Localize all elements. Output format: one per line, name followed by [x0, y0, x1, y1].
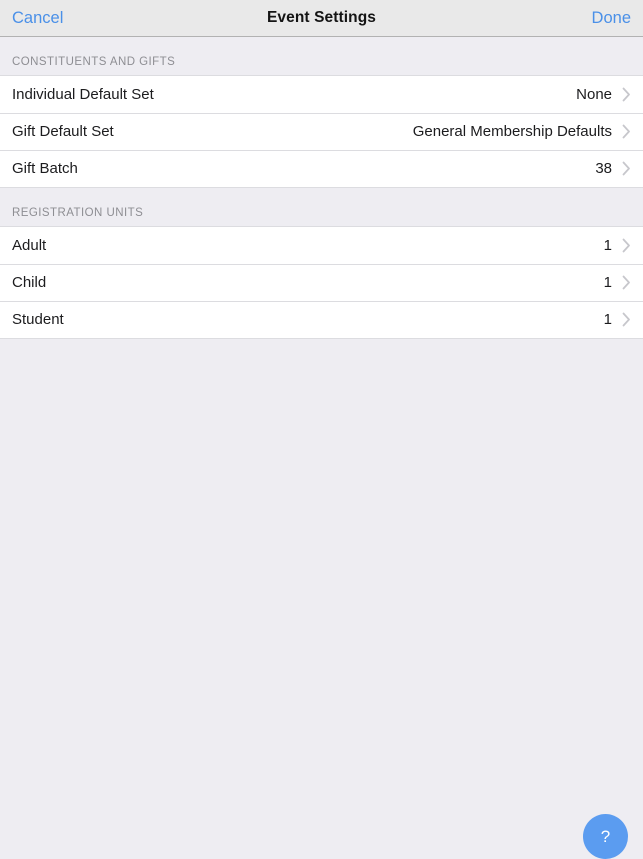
row-value: None: [576, 86, 612, 103]
row-value: 1: [603, 311, 612, 328]
chevron-right-icon: [622, 161, 631, 176]
row-label: Child: [12, 274, 47, 291]
row-value: 38: [595, 160, 612, 177]
row-gift-batch[interactable]: Gift Batch 38: [0, 150, 643, 187]
row-label: Gift Batch: [12, 160, 78, 177]
done-button[interactable]: Done: [592, 10, 631, 27]
settings-table: CONSTITUENTS AND GIFTS Individual Defaul…: [0, 37, 643, 339]
row-gift-default-set[interactable]: Gift Default Set General Membership Defa…: [0, 113, 643, 150]
section-body-registration-units: Adult 1 Child 1 Student 1: [0, 226, 643, 339]
section-body-constituents-and-gifts: Individual Default Set None Gift Default…: [0, 75, 643, 188]
question-mark-icon: ?: [600, 826, 611, 846]
row-value: 1: [603, 237, 612, 254]
navigation-bar: Cancel Event Settings Done: [0, 0, 643, 37]
row-label: Student: [12, 311, 64, 328]
help-button[interactable]: ?: [583, 814, 628, 859]
chevron-right-icon: [622, 87, 631, 102]
row-label: Adult: [12, 237, 47, 254]
row-value: 1: [603, 274, 612, 291]
chevron-right-icon: [622, 312, 631, 327]
section-header-label: REGISTRATION UNITS: [12, 207, 144, 219]
section-header-registration-units: REGISTRATION UNITS: [0, 188, 643, 226]
section-header-constituents-and-gifts: CONSTITUENTS AND GIFTS: [0, 37, 643, 75]
row-student[interactable]: Student 1: [0, 301, 643, 338]
page-title: Event Settings: [266, 9, 377, 26]
section-header-label: CONSTITUENTS AND GIFTS: [12, 56, 176, 68]
row-child[interactable]: Child 1: [0, 264, 643, 301]
row-adult[interactable]: Adult 1: [0, 227, 643, 264]
chevron-right-icon: [622, 275, 631, 290]
row-label: Individual Default Set: [12, 86, 154, 103]
chevron-right-icon: [622, 238, 631, 253]
row-label: Gift Default Set: [12, 123, 114, 140]
chevron-right-icon: [622, 124, 631, 139]
row-value: General Membership Defaults: [412, 123, 612, 140]
row-individual-default-set[interactable]: Individual Default Set None: [0, 76, 643, 113]
